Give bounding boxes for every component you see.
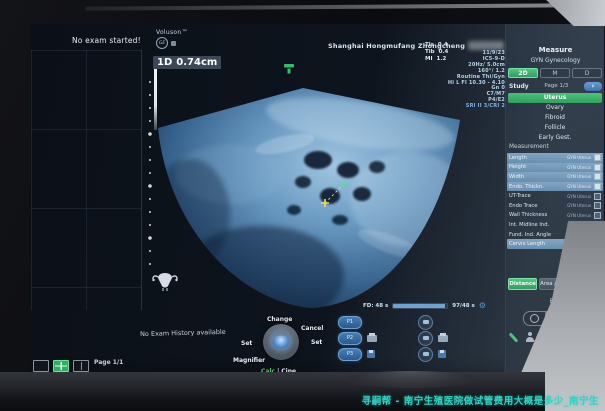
row-checkbox[interactable] <box>594 183 601 190</box>
row-label: Wall Thickness <box>509 212 547 218</box>
clip-progress-value: 97/48 s <box>452 303 475 309</box>
row-label: Endo. Thickn. <box>509 184 544 190</box>
dual-layout-icon[interactable] <box>73 360 89 372</box>
measurement-row-height[interactable]: Height GYN Uterus <box>507 163 603 173</box>
clip-progress-fill <box>393 304 445 308</box>
history-page-indicator: Page 1/1 <box>94 359 123 366</box>
single-layout-icon[interactable] <box>33 360 49 372</box>
row-label: UT-Trace <box>509 193 531 199</box>
row-context: GYN Uterus <box>567 213 591 218</box>
tab-2d[interactable]: 2D <box>508 68 538 78</box>
row-context: GYN Uterus <box>567 184 591 189</box>
clip-progress-bar <box>392 303 448 309</box>
panel-title: Measure <box>506 46 604 54</box>
clock-icon <box>530 314 539 323</box>
row-context: GYN Uterus <box>567 203 591 208</box>
trackball-bottomleft-hint: Magnifier <box>233 357 265 364</box>
trackball-center[interactable] <box>273 336 290 349</box>
study-item-early-gest[interactable]: Early Gest. <box>508 133 602 143</box>
p-button-column-left: P1 P2 P3 <box>338 316 377 360</box>
probe-orientation-marker-icon <box>284 64 294 74</box>
p2-button[interactable]: P2 <box>338 332 362 345</box>
measurement-row-wall-thickness[interactable]: Wall Thickness GYN Uterus <box>507 211 603 221</box>
trackball-top-hint: Change <box>267 316 292 323</box>
study-item-fibroid[interactable]: Fibroid <box>508 113 602 123</box>
tab-m[interactable]: M <box>540 68 570 78</box>
clip-duration-label: FD: 48 s <box>363 303 388 309</box>
study-label: Study <box>509 83 529 90</box>
row-label: Cervix Length <box>509 241 545 247</box>
printer-icon <box>438 335 448 342</box>
tab-d[interactable]: D <box>572 68 602 78</box>
study-item-ovary[interactable]: Ovary <box>508 103 602 113</box>
distance-button[interactable]: Distance <box>508 278 537 290</box>
study-next-page-button[interactable]: › <box>584 82 602 91</box>
trackball-hint-cluster: Change Cancel Set Set Magnifier Calc|Cin… <box>233 316 347 372</box>
ultrasound-fan <box>150 87 466 326</box>
row-label: Length <box>509 155 527 161</box>
study-item-uterus[interactable]: Uterus <box>508 93 602 103</box>
row-context: GYN Uterus <box>567 194 591 199</box>
clip-settings-gear-icon[interactable]: ⚙ <box>479 302 486 310</box>
quad-layout-icon[interactable] <box>53 360 69 372</box>
printer-icon <box>367 335 377 342</box>
trackball[interactable] <box>263 324 299 360</box>
row-label: Endo Trace <box>509 203 537 209</box>
photo-of-ultrasound-monitor: No exam started! Voluson™ GE 1D 0.74cm S… <box>0 0 605 411</box>
snapshot-button[interactable] <box>418 315 433 330</box>
row-label: Height <box>509 164 526 170</box>
save-disk-icon <box>367 350 375 358</box>
p1-button[interactable]: P1 <box>338 316 362 329</box>
panel-subtitle: GYN Gynecology <box>506 57 604 64</box>
clip-progress: FD: 48 s 97/48 s ⚙ <box>363 302 486 310</box>
row-label: Int. Midline Ind. <box>509 222 549 228</box>
row-checkbox[interactable] <box>594 173 601 180</box>
row-label: Fund. Ind. Angle <box>509 232 551 238</box>
row-checkbox[interactable] <box>594 154 601 161</box>
trackball-right-hint: Set <box>311 339 322 346</box>
disk-glyph-icon <box>423 352 429 356</box>
measurement-row-length[interactable]: Length GYN Uterus <box>507 153 603 163</box>
trackball-left-hint: Set <box>241 340 252 347</box>
toggle-clock-segment[interactable] <box>524 312 545 325</box>
study-page-indicator: Page 1/3 <box>544 83 568 89</box>
display-layout-switcher <box>33 360 89 372</box>
ultrasound-screen: No exam started! Voluson™ GE 1D 0.74cm S… <box>30 24 604 372</box>
study-pager: Study Page 1/3 › <box>509 81 602 91</box>
row-checkbox[interactable] <box>594 212 601 219</box>
pen-icon[interactable] <box>509 332 519 342</box>
row-context: GYN Uterus <box>567 155 591 160</box>
camera-icon <box>423 320 429 324</box>
study-item-follicle[interactable]: Follicle <box>508 123 602 133</box>
printer-glyph-icon <box>423 336 429 340</box>
mode-tabs: 2D M D <box>508 68 602 78</box>
save-button[interactable] <box>418 347 433 362</box>
row-label: Width <box>509 174 524 180</box>
row-checkbox[interactable] <box>594 202 601 209</box>
row-checkbox[interactable] <box>594 164 601 171</box>
measurement-row-width[interactable]: Width GYN Uterus <box>507 172 603 182</box>
trackball-topright-hint: Cancel <box>301 325 323 332</box>
study-list: Uterus Ovary Fibroid Follicle Early Gest… <box>508 93 602 143</box>
row-context: GYN Uterus <box>567 165 591 170</box>
row-context: GYN Uterus <box>567 174 591 179</box>
measurement-section-header: Measurement <box>509 144 549 150</box>
measurement-row-ut-trace[interactable]: UT-Trace GYN Uterus <box>507 191 603 201</box>
depth-scale <box>148 81 152 265</box>
row-checkbox[interactable] <box>594 193 601 200</box>
patient-icon[interactable]: + <box>525 332 536 343</box>
uterus-pictogram-icon <box>152 273 177 291</box>
p3-button[interactable]: P3 <box>338 348 362 361</box>
measurement-row-endo-trace[interactable]: Endo Trace GYN Uterus <box>507 201 603 211</box>
monitor-stand <box>345 371 477 388</box>
print-button[interactable] <box>418 331 433 346</box>
p-button-column-right <box>418 316 448 360</box>
video-watermark: 寻嗣帮 - 南宁生殖医院做试管费用大概是多少_南宁生 <box>362 393 599 407</box>
measurement-row-endo-thickn[interactable]: Endo. Thickn. GYN Uterus <box>507 182 603 192</box>
save-disk-icon <box>438 350 446 358</box>
